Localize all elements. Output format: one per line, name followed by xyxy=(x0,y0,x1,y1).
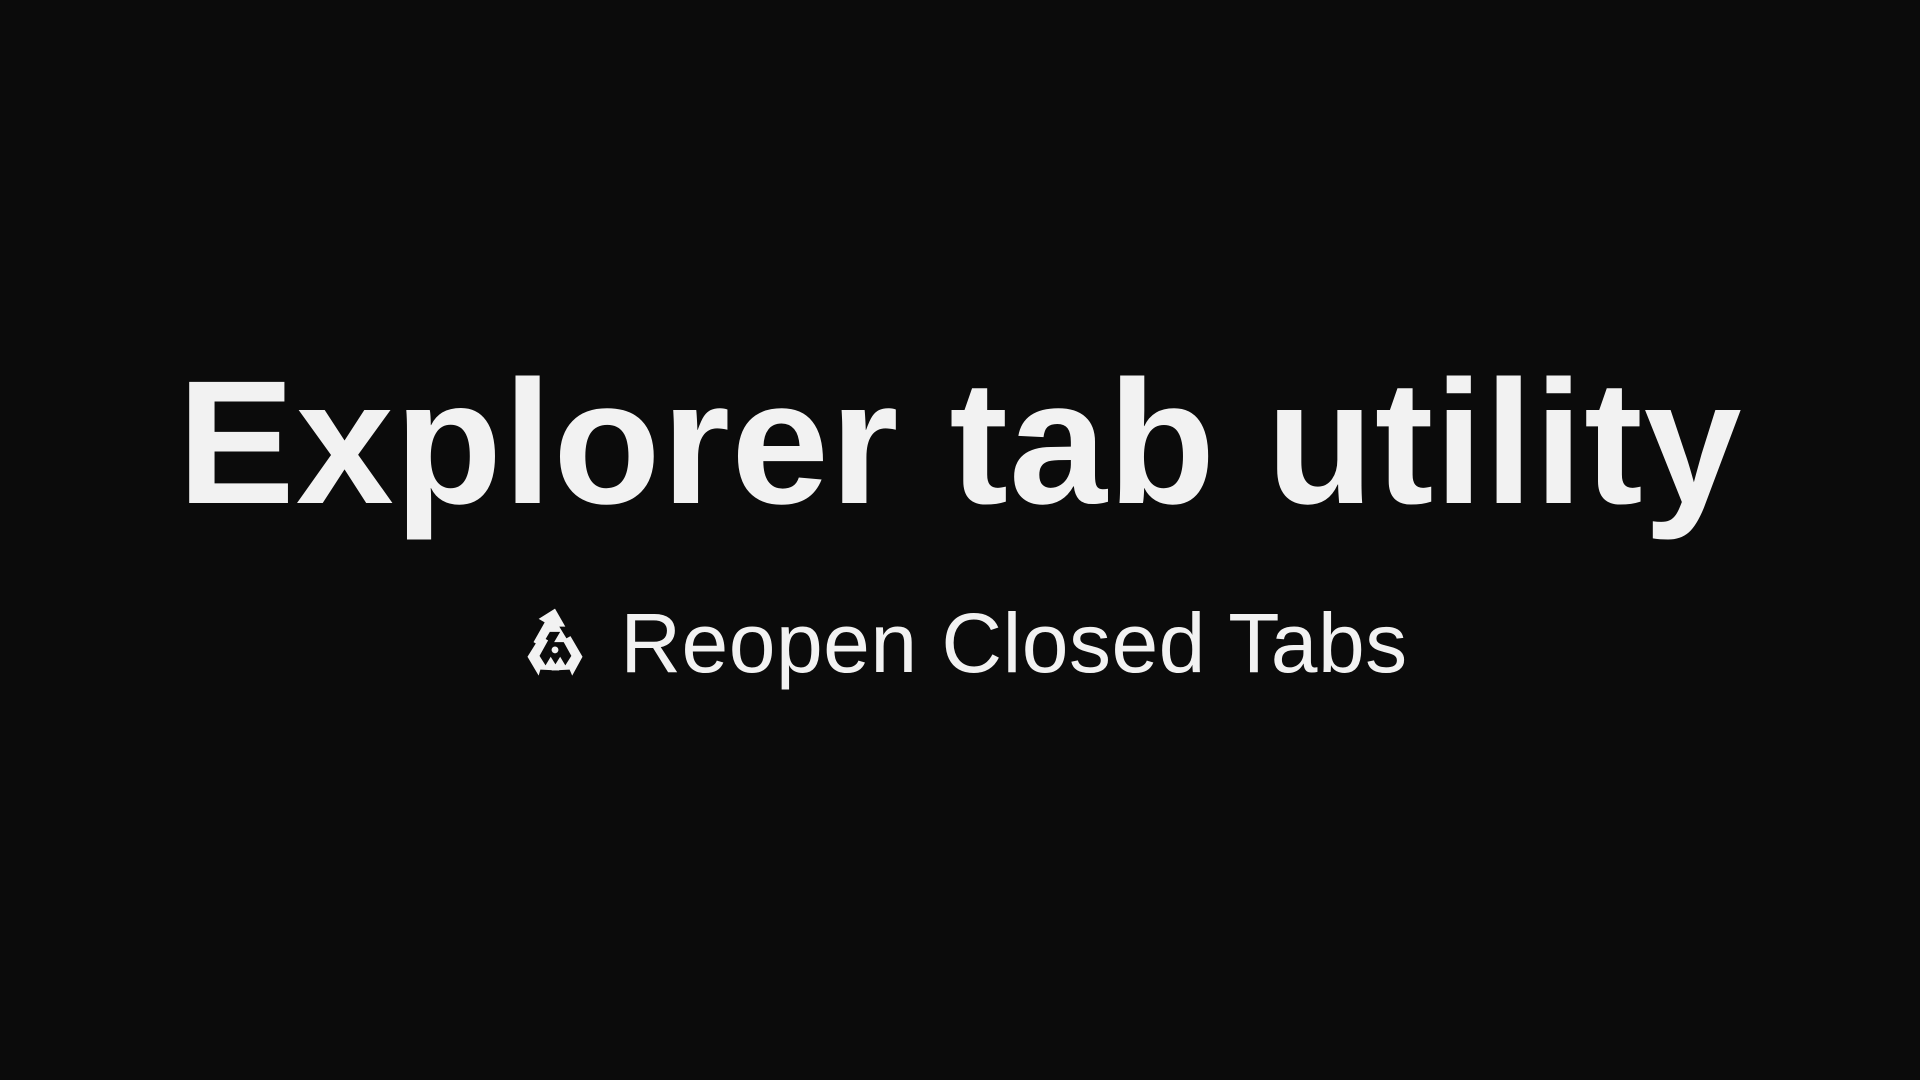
feature-subtitle-row: Reopen Closed Tabs xyxy=(0,600,1920,686)
splash-screen: Explorer tab utility Reopen Closed Tabs xyxy=(0,0,1920,1080)
recycle-icon xyxy=(512,600,598,686)
app-title: Explorer tab utility xyxy=(177,345,1743,541)
feature-subtitle: Reopen Closed Tabs xyxy=(620,596,1408,690)
